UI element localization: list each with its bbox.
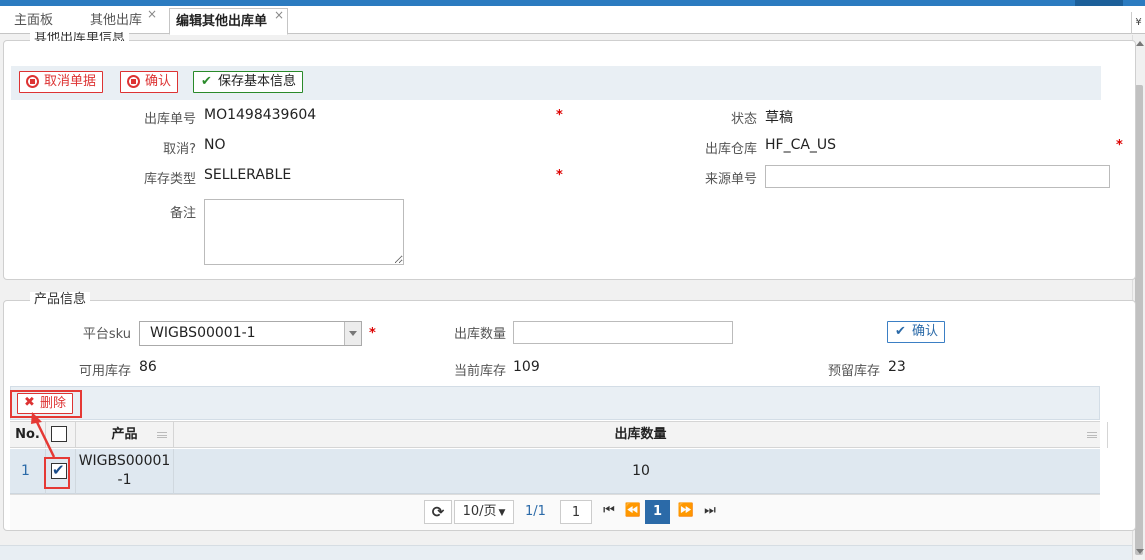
page-info: 1/1 [525, 504, 546, 519]
stop-icon [127, 75, 140, 88]
button-label: 确认 [145, 74, 172, 89]
close-icon[interactable]: × [274, 2, 284, 28]
outbound-info-panel: 其他出库单信息 取消单据 确认 ✔ 保存基本信息 出库单号 MO149843960… [3, 32, 1136, 280]
row-qty: 10 [632, 463, 650, 479]
current-stock-value: 109 [513, 359, 540, 375]
grid-pager: ⟳ 10/页▼ 1/1 ⏮ ⏪ 1 ⏩ ⏭ [10, 494, 1100, 530]
stock-type-value: SELLERABLE [204, 167, 292, 183]
button-label: 取消单据 [44, 74, 97, 89]
status-label: 状态 [730, 112, 757, 127]
cancel-order-button[interactable]: 取消单据 [19, 71, 104, 93]
close-icon[interactable]: × [147, 1, 157, 27]
remark-label: 备注 [169, 206, 196, 221]
check-icon: ✔ [895, 324, 906, 339]
sku-label: 平台sku [82, 327, 131, 342]
product-line: WIGBS00001 [78, 453, 171, 469]
last-page-icon[interactable]: ⏭ [698, 500, 722, 524]
tab-label: 其他出库 [90, 13, 143, 28]
table-row[interactable]: 1 WIGBS00001 -1 10 [10, 449, 1100, 494]
grid-toolbar: ✖ 删除 [10, 386, 1100, 420]
annotation-arrow [31, 412, 56, 458]
scroll-thumb[interactable] [1135, 85, 1143, 555]
tab-label: 编辑其他出库单 [176, 14, 268, 29]
tab-other-outbound[interactable]: 其他出库 × [84, 7, 160, 34]
available-stock-label: 可用库存 [78, 364, 131, 379]
prev-page-icon[interactable]: ⏪ [621, 500, 645, 524]
source-no-label: 来源单号 [704, 172, 757, 187]
refresh-icon[interactable]: ⟳ [424, 500, 452, 524]
column-menu-icon[interactable] [1087, 432, 1097, 438]
chevron-down-icon[interactable] [344, 322, 361, 345]
sku-select-value: WIGBS00001-1 [150, 325, 256, 341]
tab-scroll-button[interactable]: ¥ [1131, 12, 1145, 34]
check-icon: ✔ [201, 74, 212, 89]
header-label: 产品 [111, 427, 138, 442]
required-mark: * [1116, 138, 1123, 153]
current-stock-label: 当前库存 [453, 364, 506, 379]
page-number-input[interactable] [560, 500, 592, 524]
stop-icon [26, 75, 39, 88]
scroll-up-icon[interactable] [1136, 41, 1144, 46]
reserved-stock-value: 23 [888, 359, 906, 375]
header-product[interactable]: 产品 [76, 422, 174, 448]
tab-strip: 主面板 其他出库 × 编辑其他出库单 × ¥ [0, 6, 1145, 35]
reserved-stock-label: 预留库存 [827, 364, 880, 379]
scroll-down-icon[interactable] [1136, 549, 1144, 554]
required-mark: * [556, 168, 563, 183]
action-toolbar: 取消单据 确认 ✔ 保存基本信息 [11, 66, 1101, 100]
button-label: 保存基本信息 [218, 74, 297, 89]
row-product: WIGBS00001 -1 [76, 449, 174, 494]
header-label: 出库数量 [614, 427, 667, 442]
column-menu-icon[interactable] [157, 432, 167, 438]
warehouse-label: 出库仓库 [704, 142, 757, 157]
cancelled-value: NO [204, 137, 226, 153]
tab-edit-outbound[interactable]: 编辑其他出库单 × [169, 8, 289, 35]
header-qty[interactable]: 出库数量 [174, 422, 1108, 448]
remark-textarea[interactable] [204, 199, 404, 265]
confirm-order-button[interactable]: 确认 [120, 71, 179, 93]
page-size-select[interactable]: 10/页 ▼ [454, 500, 514, 524]
qty-input[interactable] [513, 321, 733, 344]
current-page-button[interactable]: 1 [645, 500, 670, 524]
sku-select[interactable]: WIGBS00001-1 [139, 321, 362, 346]
product-line: -1 [117, 472, 132, 488]
tab-label: 主面板 [14, 13, 54, 28]
available-stock-value: 86 [139, 359, 157, 375]
warehouse-value: HF_CA_US [765, 137, 837, 153]
tab-dashboard[interactable]: 主面板 [8, 8, 59, 34]
source-no-input[interactable] [765, 165, 1110, 188]
confirm-product-button[interactable]: ✔ 确认 [887, 321, 946, 343]
save-basic-info-button[interactable]: ✔ 保存基本信息 [193, 71, 304, 93]
product-info-panel: 产品信息 平台sku WIGBS00001-1 * 出库数量 ✔ 确认 可用库存 … [3, 292, 1136, 531]
required-mark: * [556, 108, 563, 123]
panel-legend: 其他出库单信息 [30, 32, 130, 41]
status-value: 草稿 [765, 110, 793, 126]
button-label: 确认 [912, 324, 939, 339]
page-size-value: 10/页 [462, 504, 497, 519]
order-no-value: MO1498439604 [204, 107, 317, 123]
qty-label: 出库数量 [453, 327, 506, 342]
cancelled-label: 取消? [163, 142, 196, 157]
first-page-icon[interactable]: ⏮ [597, 500, 621, 524]
order-no-label: 出库单号 [143, 112, 196, 127]
bottom-bar [0, 545, 1132, 560]
next-page-icon[interactable]: ⏩ [674, 500, 698, 524]
stock-type-label: 库存类型 [143, 172, 196, 187]
grid-header: No. 产品 出库数量 [10, 421, 1108, 448]
panel-legend: 产品信息 [30, 292, 91, 308]
caret-down-icon: ▼ [498, 508, 506, 518]
required-mark: * [369, 326, 376, 341]
